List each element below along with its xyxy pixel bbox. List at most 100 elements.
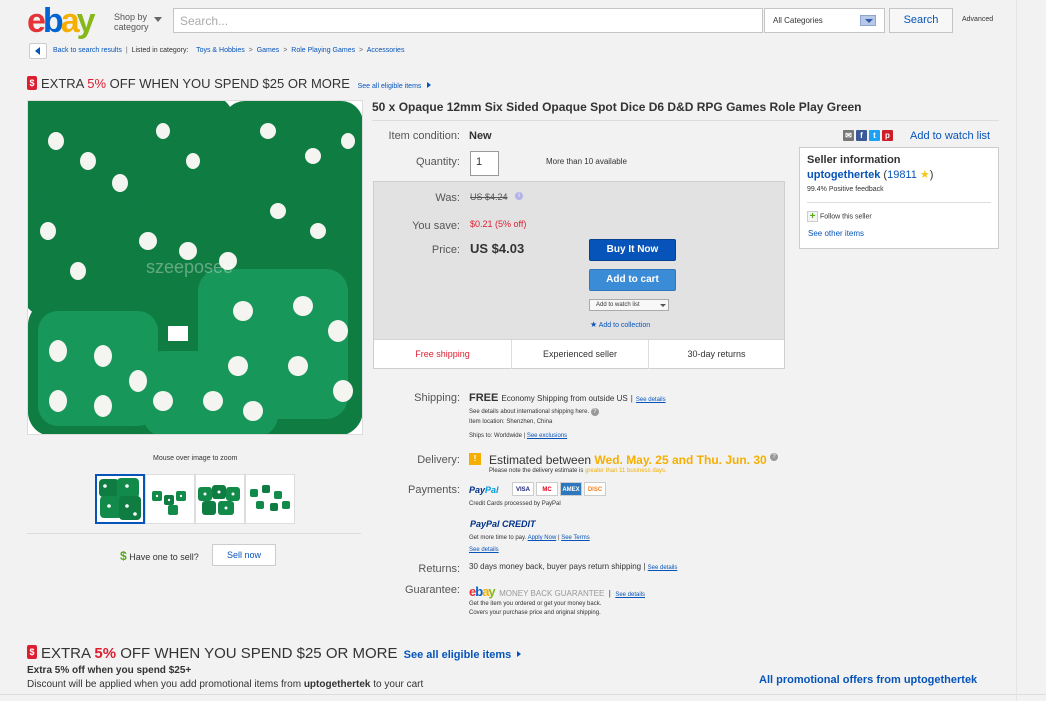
logo-letter-a: a: [60, 2, 80, 40]
email-icon[interactable]: ✉: [843, 130, 854, 141]
thumbnail-dice-image: [196, 475, 244, 523]
help-icon[interactable]: ?: [770, 453, 779, 461]
ebay-mini-logo: ebay: [469, 584, 496, 599]
listed-in-label: Listed in category:: [131, 47, 189, 54]
category-select[interactable]: All Categories: [764, 8, 885, 33]
promo-banner-top: EXTRA 5% OFF WHEN YOU SPEND $25 OR MORE …: [41, 76, 432, 91]
delivery-note-text: Please note the delivery estimate is: [489, 468, 586, 474]
have-one-to-sell: $ Have one to sell?: [120, 549, 199, 563]
discount-suffix: to your cart: [370, 679, 424, 690]
quantity-label: Quantity:: [415, 156, 460, 168]
help-icon[interactable]: ?: [590, 408, 599, 416]
thumbnail-dice-image: [246, 475, 294, 523]
back-arrow-icon[interactable]: [29, 43, 47, 59]
see-exclusions-link[interactable]: See exclusions: [527, 433, 567, 439]
feature-strip: Free shipping Experienced seller 30-day …: [374, 339, 784, 369]
divider: [27, 533, 361, 534]
amex-icon: AMEX: [560, 482, 582, 496]
feedback-count-link[interactable]: 19811: [887, 169, 917, 181]
add-to-watch-list-select[interactable]: Add to watch list: [589, 299, 669, 311]
page-edge: [1016, 0, 1017, 701]
ebay-logo[interactable]: ebay: [27, 2, 96, 40]
delivery-estimate: Estimated between Wed. May. 25 and Thu. …: [489, 453, 779, 467]
search-input[interactable]: Search...: [173, 8, 763, 33]
add-to-collection-link[interactable]: ★ Add to collection: [590, 320, 650, 329]
intl-shipping-text: See details about international shipping…: [469, 409, 590, 415]
search-button[interactable]: Search: [889, 8, 953, 33]
discover-icon: DISC: [584, 482, 606, 496]
back-to-search-link[interactable]: Back to search results: [53, 47, 122, 54]
logo-letter-y: y: [76, 2, 96, 40]
paypal-logo-pal: Pal: [485, 485, 499, 495]
promo-prefix: EXTRA: [41, 76, 88, 91]
seller-info-heading: Seller information: [807, 154, 901, 166]
add-to-watch-list-link[interactable]: Add to watch list: [910, 130, 990, 142]
add-to-cart-button[interactable]: Add to cart: [589, 269, 676, 291]
see-eligible-items-link[interactable]: See all eligible items: [404, 649, 512, 661]
divider: [807, 202, 991, 203]
logo-letter-e: e: [27, 2, 46, 40]
twitter-icon[interactable]: t: [869, 130, 880, 141]
current-price: US $4.03: [470, 241, 525, 256]
thumbnail-dice-image: [146, 475, 194, 523]
shipping-see-details-link[interactable]: See details: [636, 397, 666, 403]
advanced-search-link[interactable]: Advanced: [962, 16, 993, 23]
promo-percent: 5%: [94, 645, 117, 662]
payments-see-details-link[interactable]: See details: [469, 547, 499, 553]
plus-icon: +: [807, 211, 818, 222]
ships-to-text: Ships to: Worldwide: [469, 433, 522, 439]
seller-name-link[interactable]: uptogethertek: [807, 169, 880, 181]
money-back-guarantee-badge: ebay MONEY BACK GUARANTEE | See details: [469, 584, 645, 599]
promo-dollar-icon: $: [27, 645, 37, 659]
all-promotional-offers-link[interactable]: All promotional offers from uptogetherte…: [759, 674, 977, 686]
chevron-down-icon[interactable]: [154, 17, 162, 22]
site-header: ebay Shop by category Search... All Cate…: [0, 0, 1046, 40]
pinterest-icon[interactable]: p: [882, 130, 893, 141]
share-icons: ✉ f t p: [843, 130, 895, 142]
thumbnail-2[interactable]: [145, 474, 195, 524]
product-image[interactable]: szeeposee: [27, 100, 363, 435]
delivery-estimated-label: Estimated between: [489, 453, 592, 467]
price-label: Price:: [431, 244, 460, 256]
breadcrumb-role-playing-games[interactable]: Role Playing Games: [291, 47, 355, 54]
payments-label: Payments:: [408, 484, 460, 496]
delivery-note: Please note the delivery estimate is gre…: [489, 468, 667, 474]
availability-text: More than 10 available: [546, 157, 627, 166]
breadcrumb-toys-hobbies[interactable]: Toys & Hobbies: [196, 47, 245, 54]
you-save-label: You save:: [412, 220, 460, 232]
info-icon[interactable]: i: [515, 192, 523, 200]
guarantee-line-2: Covers your purchase price and original …: [469, 610, 601, 616]
card-logos: VISA MC AMEX DISC: [512, 482, 608, 498]
returns-see-details-link[interactable]: See details: [648, 565, 678, 571]
seller-info-box: Seller information uptogethertek (19811 …: [799, 147, 999, 249]
follow-seller-row[interactable]: + Follow this seller: [807, 211, 872, 222]
sell-now-button[interactable]: Sell now: [212, 544, 276, 566]
shop-by-category-button[interactable]: Shop by category: [114, 12, 149, 32]
see-eligible-items-link[interactable]: See all eligible items: [358, 83, 422, 90]
image-watermark: szeeposee: [146, 257, 233, 277]
breadcrumb-accessories[interactable]: Accessories: [367, 47, 405, 54]
delivery-info-icon: !: [469, 453, 481, 465]
thumbnail-4[interactable]: [245, 474, 295, 524]
thumbnail-3[interactable]: [195, 474, 245, 524]
dropdown-arrow-icon[interactable]: [860, 15, 876, 26]
apply-now-link[interactable]: Apply Now: [528, 535, 557, 541]
condition-value: New: [469, 130, 492, 142]
shipping-label: Shipping:: [414, 392, 460, 404]
free-shipping-badge: Free shipping: [415, 349, 470, 359]
condition-label: Item condition:: [388, 130, 460, 142]
have-one-label: Have one to sell?: [129, 552, 199, 562]
promo-banner-bottom: EXTRA 5% OFF WHEN YOU SPEND $25 OR MORE …: [41, 645, 522, 662]
positive-label: Positive feedback: [828, 186, 884, 193]
facebook-icon[interactable]: f: [856, 130, 867, 141]
quantity-input[interactable]: 1: [470, 151, 499, 176]
breadcrumb-games[interactable]: Games: [257, 47, 280, 54]
returns-label: Returns:: [418, 563, 460, 575]
buy-it-now-button[interactable]: Buy It Now: [589, 239, 676, 261]
guarantee-line-1: Get the item you ordered or get your mon…: [469, 601, 602, 607]
thumbnail-1[interactable]: [95, 474, 145, 524]
dollar-icon: $: [120, 549, 127, 563]
guarantee-see-details-link[interactable]: See details: [615, 592, 645, 598]
see-other-items-link[interactable]: See other items: [808, 229, 864, 238]
see-terms-link[interactable]: See Terms: [561, 535, 590, 541]
